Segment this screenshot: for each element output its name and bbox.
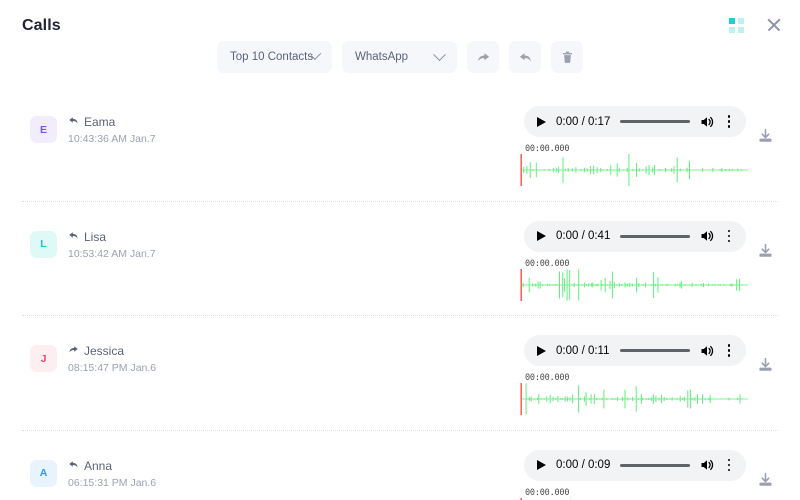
source-filter-label: WhatsApp (355, 51, 409, 63)
waveform[interactable]: 00:00.000 (520, 144, 748, 186)
download-icon (759, 128, 772, 142)
waveform-start-time: 00:00.000 (525, 144, 570, 154)
more-vertical-icon[interactable] (722, 229, 736, 243)
contact-name-line: Eama (68, 115, 156, 129)
incoming-call-icon (68, 459, 79, 473)
contact-name: Jessica (84, 344, 125, 358)
download-button[interactable] (757, 243, 774, 265)
outgoing-call-icon (68, 344, 79, 358)
waveform-start-time: 00:00.000 (525, 258, 570, 269)
play-icon[interactable] (537, 231, 546, 241)
call-timestamp: 10:43:36 AM Jan.7 (68, 133, 156, 145)
waveform-canvas (520, 154, 748, 186)
player-time: 0:00 / 0:17 (556, 115, 611, 128)
volume-icon (701, 459, 714, 471)
row-separator (22, 200, 778, 202)
player-time: 0:00 / 0:41 (556, 230, 611, 242)
avatar-initial: E (39, 123, 47, 136)
volume-icon (701, 116, 714, 127)
waveform[interactable]: 00:00.000 (520, 259, 748, 301)
contact-name-line: Anna (68, 459, 156, 473)
waveform-canvas (520, 268, 748, 301)
contact-name: Lisa (84, 229, 107, 244)
avatar: J (30, 345, 57, 372)
close-icon[interactable] (766, 17, 782, 33)
more-vertical-icon[interactable] (722, 458, 736, 472)
more-vertical-icon[interactable] (722, 344, 736, 357)
filter-toolbar: Top 10 Contacts WhatsApp (217, 41, 583, 73)
contact-info: L Lisa 10:53:42 AM Jan.7 (30, 229, 156, 260)
player-time: 0:00 / 0:11 (556, 344, 610, 357)
player-progress-bar[interactable] (619, 349, 690, 352)
volume-icon (701, 345, 714, 356)
window-controls (729, 17, 782, 33)
volume-icon (701, 230, 714, 242)
player-progress-bar[interactable] (620, 120, 690, 123)
waveform-start-time: 00:00.000 (525, 373, 570, 383)
play-icon[interactable] (537, 116, 546, 127)
audio-player[interactable]: 0:00 / 0:41 (524, 220, 746, 252)
call-row-anna[interactable]: A Anna 06:15:31 PM Jan.6 0:00 / 0:09 00:… (0, 429, 800, 500)
play-icon[interactable] (537, 345, 546, 356)
call-timestamp: 08:15:47 PM Jan.6 (68, 362, 157, 374)
download-icon (759, 357, 772, 371)
download-button[interactable] (757, 472, 774, 494)
waveform-start-time: 00:00.000 (525, 487, 570, 498)
trash-icon (562, 51, 572, 63)
incoming-call-icon (68, 230, 79, 244)
source-filter-select[interactable]: WhatsApp (342, 41, 457, 73)
reply-arrow-icon (519, 52, 531, 61)
delete-button[interactable] (551, 41, 583, 73)
calls-list: E Eama 10:43:36 AM Jan.7 0:00 / 0:17 00:… (0, 86, 800, 500)
avatar: L (30, 230, 57, 258)
forward-button[interactable] (467, 41, 499, 73)
download-icon (759, 472, 772, 486)
contacts-filter-select[interactable]: Top 10 Contacts (217, 41, 332, 73)
reply-button[interactable] (509, 41, 541, 73)
contact-info: E Eama 10:43:36 AM Jan.7 (30, 114, 156, 145)
more-vertical-icon[interactable] (722, 115, 736, 128)
waveform[interactable]: 00:00.000 (520, 373, 748, 415)
play-icon[interactable] (537, 460, 546, 470)
contacts-filter-label: Top 10 Contacts (230, 51, 314, 63)
call-row-eama[interactable]: E Eama 10:43:36 AM Jan.7 0:00 / 0:17 00:… (0, 86, 800, 201)
avatar-initial: J (40, 352, 47, 365)
row-separator (22, 315, 778, 316)
page-title: Calls (22, 17, 61, 34)
player-progress-bar[interactable] (620, 463, 690, 467)
calls-panel: Calls Top 10 Contacts WhatsApp E Eama 10… (0, 0, 800, 500)
waveform[interactable]: 00:00.000 (520, 488, 748, 500)
contact-name: Eama (84, 115, 116, 129)
call-row-lisa[interactable]: L Lisa 10:53:42 AM Jan.7 0:00 / 0:41 00:… (0, 200, 800, 316)
download-icon (759, 243, 772, 257)
incoming-call-icon (68, 115, 79, 129)
contact-name-line: Jessica (68, 344, 156, 358)
contact-name: Anna (84, 458, 113, 473)
download-button[interactable] (757, 357, 774, 379)
audio-player[interactable]: 0:00 / 0:09 (524, 449, 746, 481)
call-timestamp: 06:15:31 PM Jan.6 (68, 476, 157, 489)
forward-arrow-icon (477, 52, 489, 61)
avatar-initial: A (39, 467, 48, 479)
download-button[interactable] (757, 128, 774, 150)
call-timestamp: 10:53:42 AM Jan.7 (68, 247, 156, 260)
audio-player[interactable]: 0:00 / 0:17 (524, 106, 746, 137)
chevron-down-icon (433, 47, 446, 61)
row-separator (22, 429, 778, 431)
contact-info: A Anna 06:15:31 PM Jan.6 (30, 458, 156, 489)
avatar: E (30, 116, 57, 143)
player-progress-bar[interactable] (620, 234, 690, 238)
avatar: A (30, 459, 57, 487)
audio-player[interactable]: 0:00 / 0:11 (524, 335, 746, 366)
player-time: 0:00 / 0:09 (556, 459, 611, 471)
waveform-canvas (520, 383, 748, 415)
contact-name-line: Lisa (68, 230, 156, 244)
contact-info: J Jessica 08:15:47 PM Jan.6 (30, 343, 156, 374)
call-row-jessica[interactable]: J Jessica 08:15:47 PM Jan.6 0:00 / 0:11 (0, 315, 800, 430)
grid-icon[interactable] (729, 17, 744, 33)
avatar-initial: L (40, 238, 47, 250)
